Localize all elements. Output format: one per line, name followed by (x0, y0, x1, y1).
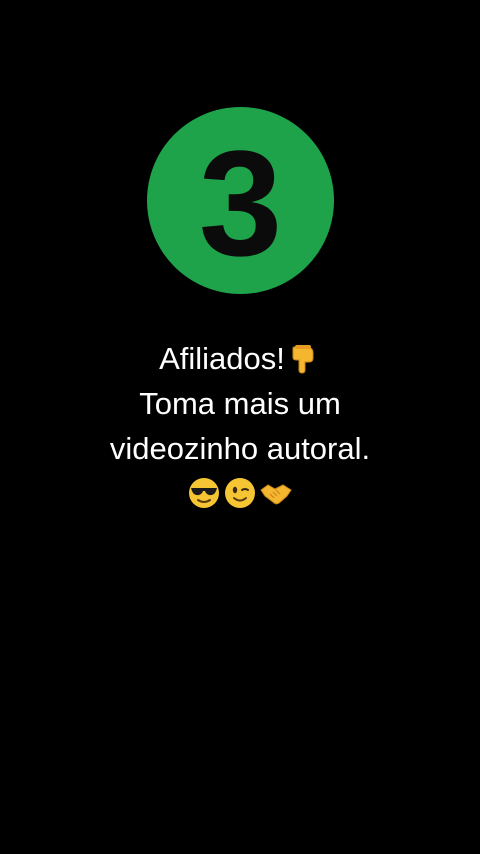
pointing-down-emoji-icon (286, 341, 320, 375)
handshake-emoji-icon (259, 476, 293, 510)
video-frame: 3 Afiliados! Toma mais um videozinho aut… (0, 0, 480, 854)
caption-line-1: Afiliados! (0, 336, 480, 381)
caption-text: Afiliados! Toma mais um videozinho autor… (0, 336, 480, 516)
caption-line-1-text: Afiliados! (159, 341, 285, 376)
winking-face-emoji-icon (223, 476, 257, 510)
caption-line-2: Toma mais um (139, 386, 341, 421)
number-badge: 3 (147, 107, 334, 294)
caption-line-3: videozinho autoral. (109, 431, 371, 466)
badge-number: 3 (198, 118, 283, 287)
caption-emoji-row (0, 471, 480, 516)
sunglasses-face-emoji-icon (187, 476, 221, 510)
